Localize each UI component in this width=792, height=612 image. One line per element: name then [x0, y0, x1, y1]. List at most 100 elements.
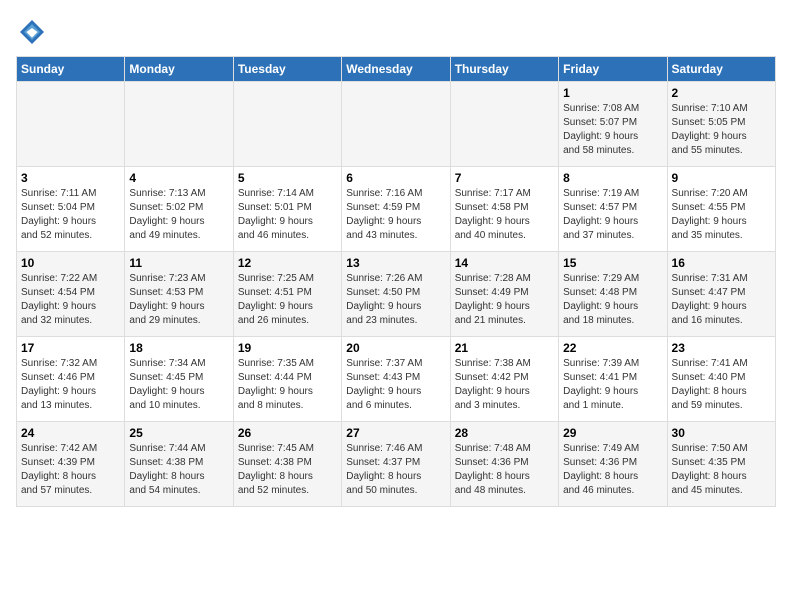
day-number: 15	[563, 256, 662, 270]
day-number: 16	[672, 256, 771, 270]
day-info: Sunrise: 7:19 AM Sunset: 4:57 PM Dayligh…	[563, 187, 662, 243]
weekday-header-friday: Friday	[559, 57, 667, 82]
day-info: Sunrise: 7:50 AM Sunset: 4:35 PM Dayligh…	[672, 442, 771, 498]
day-number: 14	[455, 256, 554, 270]
calendar-cell	[233, 82, 341, 167]
calendar-cell: 19Sunrise: 7:35 AM Sunset: 4:44 PM Dayli…	[233, 337, 341, 422]
calendar-cell: 4 Sunrise: 7:13 AM Sunset: 5:02 PM Daylig…	[125, 167, 233, 252]
day-info: Sunrise: 7:29 AM Sunset: 4:48 PM Dayligh…	[563, 272, 662, 328]
calendar-cell	[450, 82, 558, 167]
day-info: Sunrise: 7:37 AM Sunset: 4:43 PM Dayligh…	[346, 357, 445, 413]
calendar-week-1: 3 Sunrise: 7:11 AM Sunset: 5:04 PM Daylig…	[17, 167, 776, 252]
day-number: 30	[672, 426, 771, 440]
day-number: 25	[129, 426, 228, 440]
day-number: 2	[672, 86, 771, 100]
calendar-cell	[342, 82, 450, 167]
day-number: 10	[21, 256, 120, 270]
day-info: Sunrise: 7:35 AM Sunset: 4:44 PM Dayligh…	[238, 357, 337, 413]
calendar-week-4: 24 Sunrise: 7:42 AM Sunset: 4:39 PM Dayli…	[17, 422, 776, 507]
calendar-cell	[17, 82, 125, 167]
day-number: 29	[563, 426, 662, 440]
day-info: Sunrise: 7:45 AM Sunset: 4:38 PM Dayligh…	[238, 442, 337, 498]
day-number: 8	[563, 171, 662, 185]
day-info: Sunrise: 7:49 AM Sunset: 4:36 PM Dayligh…	[563, 442, 662, 498]
logo	[16, 16, 52, 48]
calendar-cell: 28Sunrise: 7:48 AM Sunset: 4:36 PM Dayli…	[450, 422, 558, 507]
day-number: 27	[346, 426, 445, 440]
day-number: 11	[129, 256, 228, 270]
calendar-cell: 7Sunrise: 7:17 AM Sunset: 4:58 PM Daylig…	[450, 167, 558, 252]
day-info: Sunrise: 7:31 AM Sunset: 4:47 PM Dayligh…	[672, 272, 771, 328]
weekday-header-row: SundayMondayTuesdayWednesdayThursdayFrid…	[17, 57, 776, 82]
calendar-cell: 1 Sunrise: 7:08 AM Sunset: 5:07 PM Daylig…	[559, 82, 667, 167]
calendar-cell: 23 Sunrise: 7:41 AM Sunset: 4:40 PM Dayli…	[667, 337, 775, 422]
calendar-cell: 14Sunrise: 7:28 AM Sunset: 4:49 PM Dayli…	[450, 252, 558, 337]
calendar-cell: 13 Sunrise: 7:26 AM Sunset: 4:50 PM Dayli…	[342, 252, 450, 337]
day-info: Sunrise: 7:39 AM Sunset: 4:41 PM Dayligh…	[563, 357, 662, 413]
day-number: 6	[346, 171, 445, 185]
day-info: Sunrise: 7:10 AM Sunset: 5:05 PM Dayligh…	[672, 102, 771, 158]
weekday-header-saturday: Saturday	[667, 57, 775, 82]
day-info: Sunrise: 7:46 AM Sunset: 4:37 PM Dayligh…	[346, 442, 445, 498]
calendar-cell: 3 Sunrise: 7:11 AM Sunset: 5:04 PM Daylig…	[17, 167, 125, 252]
calendar-cell: 21 Sunrise: 7:38 AM Sunset: 4:42 PM Dayli…	[450, 337, 558, 422]
day-info: Sunrise: 7:26 AM Sunset: 4:50 PM Dayligh…	[346, 272, 445, 328]
day-number: 24	[21, 426, 120, 440]
calendar-cell: 12 Sunrise: 7:25 AM Sunset: 4:51 PM Dayli…	[233, 252, 341, 337]
weekday-header-sunday: Sunday	[17, 57, 125, 82]
calendar-cell: 2 Sunrise: 7:10 AM Sunset: 5:05 PM Daylig…	[667, 82, 775, 167]
day-info: Sunrise: 7:08 AM Sunset: 5:07 PM Dayligh…	[563, 102, 662, 158]
calendar-cell: 25 Sunrise: 7:44 AM Sunset: 4:38 PM Dayli…	[125, 422, 233, 507]
day-info: Sunrise: 7:48 AM Sunset: 4:36 PM Dayligh…	[455, 442, 554, 498]
calendar-cell: 18 Sunrise: 7:34 AM Sunset: 4:45 PM Dayli…	[125, 337, 233, 422]
day-number: 9	[672, 171, 771, 185]
day-info: Sunrise: 7:38 AM Sunset: 4:42 PM Dayligh…	[455, 357, 554, 413]
day-number: 3	[21, 171, 120, 185]
calendar-cell: 27 Sunrise: 7:46 AM Sunset: 4:37 PM Dayli…	[342, 422, 450, 507]
calendar-week-3: 17 Sunrise: 7:32 AM Sunset: 4:46 PM Dayli…	[17, 337, 776, 422]
day-number: 26	[238, 426, 337, 440]
calendar-cell	[125, 82, 233, 167]
weekday-header-tuesday: Tuesday	[233, 57, 341, 82]
weekday-header-thursday: Thursday	[450, 57, 558, 82]
calendar-cell: 30 Sunrise: 7:50 AM Sunset: 4:35 PM Dayli…	[667, 422, 775, 507]
calendar-cell: 16 Sunrise: 7:31 AM Sunset: 4:47 PM Dayli…	[667, 252, 775, 337]
calendar-cell: 9 Sunrise: 7:20 AM Sunset: 4:55 PM Daylig…	[667, 167, 775, 252]
day-number: 12	[238, 256, 337, 270]
weekday-header-monday: Monday	[125, 57, 233, 82]
day-info: Sunrise: 7:20 AM Sunset: 4:55 PM Dayligh…	[672, 187, 771, 243]
calendar-body: 1 Sunrise: 7:08 AM Sunset: 5:07 PM Daylig…	[17, 82, 776, 507]
day-info: Sunrise: 7:23 AM Sunset: 4:53 PM Dayligh…	[129, 272, 228, 328]
calendar-cell: 15 Sunrise: 7:29 AM Sunset: 4:48 PM Dayli…	[559, 252, 667, 337]
day-info: Sunrise: 7:17 AM Sunset: 4:58 PM Dayligh…	[455, 187, 554, 243]
day-info: Sunrise: 7:44 AM Sunset: 4:38 PM Dayligh…	[129, 442, 228, 498]
day-info: Sunrise: 7:41 AM Sunset: 4:40 PM Dayligh…	[672, 357, 771, 413]
calendar-header: SundayMondayTuesdayWednesdayThursdayFrid…	[17, 57, 776, 82]
day-number: 5	[238, 171, 337, 185]
day-number: 21	[455, 341, 554, 355]
calendar-cell: 10 Sunrise: 7:22 AM Sunset: 4:54 PM Dayli…	[17, 252, 125, 337]
calendar-cell: 17 Sunrise: 7:32 AM Sunset: 4:46 PM Dayli…	[17, 337, 125, 422]
day-info: Sunrise: 7:32 AM Sunset: 4:46 PM Dayligh…	[21, 357, 120, 413]
day-number: 23	[672, 341, 771, 355]
day-number: 17	[21, 341, 120, 355]
day-info: Sunrise: 7:25 AM Sunset: 4:51 PM Dayligh…	[238, 272, 337, 328]
day-info: Sunrise: 7:42 AM Sunset: 4:39 PM Dayligh…	[21, 442, 120, 498]
calendar-cell: 20 Sunrise: 7:37 AM Sunset: 4:43 PM Dayli…	[342, 337, 450, 422]
logo-icon	[16, 16, 48, 48]
calendar-cell: 11 Sunrise: 7:23 AM Sunset: 4:53 PM Dayli…	[125, 252, 233, 337]
calendar-week-2: 10 Sunrise: 7:22 AM Sunset: 4:54 PM Dayli…	[17, 252, 776, 337]
day-number: 18	[129, 341, 228, 355]
day-info: Sunrise: 7:13 AM Sunset: 5:02 PM Dayligh…	[129, 187, 228, 243]
day-info: Sunrise: 7:34 AM Sunset: 4:45 PM Dayligh…	[129, 357, 228, 413]
day-info: Sunrise: 7:16 AM Sunset: 4:59 PM Dayligh…	[346, 187, 445, 243]
day-number: 4	[129, 171, 228, 185]
calendar-cell: 22Sunrise: 7:39 AM Sunset: 4:41 PM Dayli…	[559, 337, 667, 422]
day-number: 20	[346, 341, 445, 355]
day-info: Sunrise: 7:22 AM Sunset: 4:54 PM Dayligh…	[21, 272, 120, 328]
calendar-cell: 24 Sunrise: 7:42 AM Sunset: 4:39 PM Dayli…	[17, 422, 125, 507]
day-info: Sunrise: 7:11 AM Sunset: 5:04 PM Dayligh…	[21, 187, 120, 243]
day-number: 1	[563, 86, 662, 100]
calendar-cell: 29 Sunrise: 7:49 AM Sunset: 4:36 PM Dayli…	[559, 422, 667, 507]
day-number: 13	[346, 256, 445, 270]
